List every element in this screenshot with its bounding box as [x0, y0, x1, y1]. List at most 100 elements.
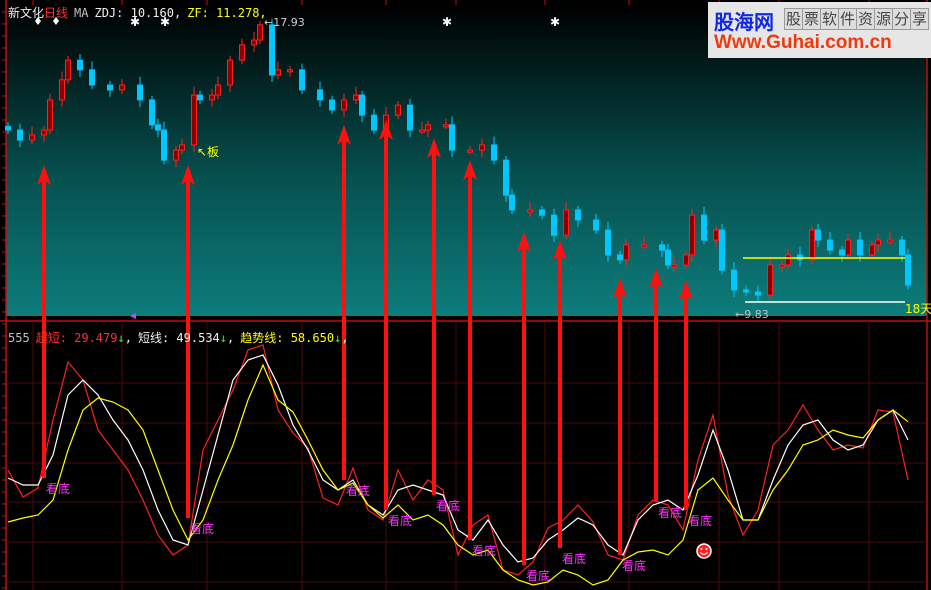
candle-body [503, 159, 509, 196]
candle-body [509, 194, 515, 211]
candle-body [551, 214, 557, 236]
star-marker-icon: ✱ [550, 15, 560, 29]
candle-body [407, 104, 413, 131]
smiley-face [696, 543, 712, 559]
candle-body [779, 264, 785, 268]
signal-arrow-shaft [684, 294, 688, 510]
candle-body [845, 239, 851, 256]
slogan-char: 资 [856, 8, 875, 30]
smiley-eye [700, 548, 703, 550]
candle-body [527, 209, 533, 213]
candle-body [719, 229, 725, 271]
candle-body [341, 99, 347, 111]
candle-body [137, 84, 143, 101]
slogan-char: 源 [874, 8, 893, 30]
qushixian-value: 趋势线: 58.650 [240, 331, 335, 345]
signal-label: 看底 [388, 513, 412, 528]
candle-body [665, 249, 671, 266]
candle-body [869, 244, 875, 256]
candle-body [809, 229, 815, 261]
buy-signal: 看底 [613, 278, 646, 573]
signal-label: 看底 [190, 521, 214, 536]
indicator-lines [7, 344, 909, 586]
candle-body [815, 229, 821, 241]
signal-arrow-shaft [618, 292, 622, 555]
candle-body [905, 254, 911, 286]
ma-label: MA [74, 6, 89, 20]
candle-body [491, 144, 497, 161]
candle-body [161, 129, 167, 161]
candle-body [899, 239, 905, 256]
candle-body [449, 124, 455, 151]
qushixian-line [7, 363, 909, 586]
candle-body [329, 99, 335, 111]
star-marker-icon: ✱ [442, 15, 452, 29]
candle-body [149, 99, 155, 126]
price-panel-header: 新文化日线 MA ZDJ: 10.160, ZF: 11.278, [8, 4, 273, 21]
candle-body [5, 126, 11, 131]
signal-arrow-shaft [186, 178, 190, 518]
candle [65, 55, 71, 85]
candle-body [269, 24, 275, 76]
candle-body [317, 89, 323, 101]
candle-body [713, 229, 719, 241]
guhai-logo-banner[interactable]: 股海网 股票软件资源分享 Www.Guhai.com.cn [708, 2, 931, 58]
candle-body [287, 69, 293, 73]
zdj-value: ZDJ: 10.160, [94, 6, 182, 20]
signal-label: 看底 [472, 543, 496, 558]
candle [905, 248, 911, 290]
stock-name: 新文化 [8, 6, 45, 20]
signal-label: 看底 [658, 505, 682, 520]
slogan-char: 软 [820, 8, 839, 30]
slogan-char: 件 [838, 8, 857, 30]
stock-chart-window: ✱ ✱ ✱ ✱ 看底 看底 看底 看底 看底 看底 看底 看底 看底 看底 看底 新文化日线 MA ZDJ: … [0, 0, 931, 590]
candle-body [575, 209, 581, 221]
candle-body [563, 209, 569, 236]
logo-slogan: 股票软件资源分享 [784, 8, 929, 30]
candle-body [89, 69, 95, 86]
candle-body [479, 144, 485, 151]
candle-body [155, 124, 161, 131]
candle-body [17, 129, 23, 141]
indicator-name[interactable]: 555 [8, 331, 30, 345]
candle-body [359, 94, 365, 116]
slogan-char: 票 [802, 8, 821, 30]
candle-body [119, 84, 125, 91]
chart-canvas[interactable]: ✱ ✱ ✱ ✱ 看底看底看底看底看底看底看底看底 看底看底看底 [0, 0, 931, 590]
candle-body [767, 264, 773, 296]
slogan-char: 分 [892, 8, 911, 30]
separator: , [341, 331, 349, 345]
candle-body [731, 269, 737, 291]
candle [719, 223, 725, 275]
candle-body [617, 254, 623, 261]
chaoduan-value: 超短: 29.479 [35, 331, 118, 345]
candle-body [701, 214, 707, 241]
high-price-label: ←17.93 [264, 16, 305, 29]
candle-body [683, 254, 689, 266]
low-price-label: ←9.83 [735, 308, 769, 321]
down-arrow-icon: ↓ [219, 331, 228, 345]
candle-body [641, 244, 647, 248]
candle-body [197, 94, 203, 101]
candle-body [209, 94, 215, 101]
candle-body [41, 129, 47, 136]
period-label[interactable]: 日线 [44, 6, 68, 20]
candle-body [371, 114, 377, 131]
smiley-eye [705, 548, 708, 550]
candle [689, 208, 695, 262]
candle-body [59, 79, 65, 101]
signal-label: 看底 [688, 513, 712, 528]
candle-body [755, 291, 761, 296]
candle-body [65, 59, 71, 81]
signal-arrow-shaft [522, 246, 526, 566]
candle-body [173, 149, 179, 161]
candle-body [539, 209, 545, 216]
candle-body [299, 69, 305, 91]
signal-label: 看底 [436, 498, 460, 513]
signal-arrow-shaft [468, 174, 472, 540]
candle-body [593, 219, 599, 231]
logo-url: Www.Guhai.com.cn [714, 32, 892, 53]
candle-body [827, 239, 833, 251]
logo-brand: 股海网 [714, 10, 774, 34]
candle-body [743, 289, 749, 293]
